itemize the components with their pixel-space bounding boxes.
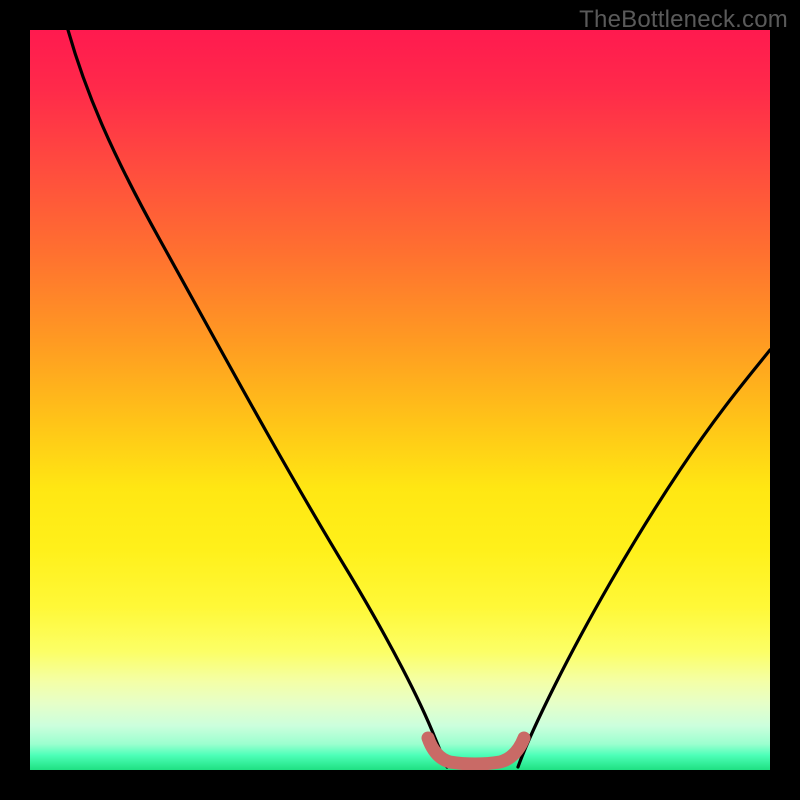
curves-overlay (30, 30, 770, 770)
plot-area (30, 30, 770, 770)
curve-right (518, 350, 770, 767)
curve-left (68, 30, 447, 767)
bottom-marker (428, 738, 524, 764)
watermark-text: TheBottleneck.com (579, 6, 788, 34)
